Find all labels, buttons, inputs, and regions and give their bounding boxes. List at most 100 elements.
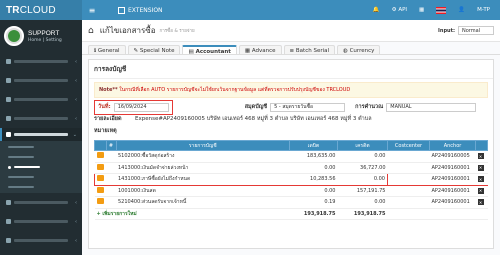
grid-icon[interactable]: ▦ — [419, 7, 424, 13]
sidebar-item-purchase[interactable]: ⌄ — [0, 128, 82, 141]
user-menu[interactable]: M-TP — [477, 7, 490, 13]
costcenter-cell[interactable] — [387, 162, 430, 174]
delete-row-icon[interactable]: ✕ — [477, 199, 484, 205]
thai-flag-icon[interactable] — [436, 6, 447, 14]
input-mode-select[interactable]: Normal — [458, 26, 494, 35]
sidebar-item-1[interactable]: ‹ — [0, 52, 82, 71]
anchor-cell[interactable]: AP2409160005 — [429, 150, 476, 163]
avatar — [4, 26, 24, 46]
edit-row-button[interactable] — [96, 152, 104, 159]
api-label: API — [398, 7, 408, 13]
delete-row-icon[interactable]: ✕ — [477, 187, 484, 194]
note-text: ในกรณีที่เลือก AUTO รายการบัญชีจะไม่ใช้ย… — [119, 87, 351, 93]
account-cell[interactable]: 1413000:เงินมัดจำจ่ายล่วงหน้า — [116, 162, 290, 174]
sub-item-1[interactable] — [0, 142, 82, 152]
debit-cell[interactable]: 0.00 — [289, 185, 338, 197]
brand-suffix: CLOUD — [19, 4, 56, 16]
sidebar-item-4[interactable]: ‹ — [0, 109, 82, 128]
tab-currency[interactable]: ◍ Currency — [337, 45, 381, 54]
gear-icon: ⚙ — [391, 7, 397, 13]
menu-toggle-icon[interactable]: ≡ — [82, 6, 102, 15]
list-icon: ≡ — [289, 48, 295, 54]
menu-icon — [6, 219, 11, 224]
delete-row-icon[interactable]: ✕ — [477, 153, 484, 159]
input-mode-label: Input: — [438, 27, 455, 34]
credit-cell[interactable]: 36,727.00 — [337, 162, 388, 174]
sidebar-item-7[interactable]: ‹ — [0, 212, 82, 231]
account-cell[interactable]: 1431000:ภาษีซื้อยังไม่ถึงกำหนด — [116, 173, 290, 186]
bell-icon[interactable]: 🔔 — [373, 7, 380, 13]
edit-row-button[interactable] — [97, 175, 104, 182]
main-content: ⌂ แก้ไขเอกสารซื้อ การซื้อ & รายจ่าย Inpu… — [82, 20, 500, 255]
credit-cell[interactable]: 0.00 — [337, 173, 388, 186]
sub-item-2[interactable] — [0, 152, 82, 162]
cart-icon — [6, 132, 11, 137]
menu-icon — [6, 59, 11, 64]
brand-logo[interactable]: TR CLOUD — [0, 0, 82, 20]
debit-cell[interactable]: 183,635.00 — [289, 150, 338, 163]
chevron-down-icon: ⌄ — [72, 131, 77, 138]
col-account: รายการบัญชี — [115, 140, 290, 151]
tab-advance[interactable]: ▦ Advance — [238, 45, 282, 54]
costcenter-cell[interactable] — [387, 196, 430, 209]
date-input[interactable]: 16/09/2024 — [113, 102, 169, 112]
anchor-cell[interactable]: AP2409160001 — [429, 196, 476, 209]
sidebar: TR CLOUD SUPPORT Home | Setting ‹ ‹ ‹ ‹ ⌄… — [0, 0, 82, 255]
sidebar-item-2[interactable]: ‹ — [0, 71, 82, 90]
extension-button[interactable]: EXTENSION — [118, 6, 163, 14]
calc-select[interactable]: MANUAL — [386, 102, 477, 112]
edit-row-button[interactable] — [96, 186, 104, 193]
anchor-cell[interactable]: AP2409160001 — [429, 162, 476, 174]
credit-cell[interactable]: 0.00 — [337, 196, 388, 209]
sub-item-active[interactable] — [0, 162, 82, 172]
account-cell[interactable]: 5210400:ส่วนลดรับจากเจ้าหนี้ — [116, 196, 290, 209]
delete-row-icon[interactable]: ✕ — [477, 176, 484, 182]
delete-row-icon[interactable]: ✕ — [477, 164, 484, 171]
desc-value[interactable]: Expense#AP2409160005 บริษัท เอนเทอร์ 468… — [135, 115, 372, 123]
table-row: 1001000:เงินสด 0.00 157,191.75 AP2409160… — [94, 185, 488, 197]
tab-bar: ℹ General ✎ Special Note ▤ Accountant ▦ … — [82, 42, 500, 55]
costcenter-cell[interactable] — [387, 150, 430, 163]
chevron-left-icon: ‹ — [75, 96, 77, 103]
tab-accountant[interactable]: ▤ Accountant — [182, 45, 237, 55]
debit-cell[interactable]: 10,283.56 — [289, 173, 338, 186]
tab-general[interactable]: ℹ General — [88, 45, 126, 54]
sidebar-item-3[interactable]: ‹ — [0, 90, 82, 109]
col-debit: เดบิต — [289, 140, 338, 151]
form-row-desc: รายละเอียด Expense#AP2409160005 บริษัท เ… — [89, 113, 493, 125]
col-blank — [94, 140, 107, 151]
add-row-link[interactable]: + เพิ่มรายการใหม่ — [97, 211, 137, 217]
sub-item-5[interactable] — [0, 182, 82, 192]
submenu-purchase — [0, 141, 82, 193]
api-button[interactable]: ⚙ API — [392, 7, 407, 13]
account-cell[interactable]: 5102000:ซื้อวัสดุก่อสร้าง — [116, 150, 290, 163]
tab-batch-serial[interactable]: ≡ Batch Serial — [283, 45, 336, 54]
table-row: 5210400:ส่วนลดรับจากเจ้าหนี้ 0.19 0.00 A… — [94, 196, 488, 209]
menu-icon — [6, 97, 11, 102]
debit-cell[interactable]: 0.00 — [289, 162, 338, 174]
menu-icon — [6, 238, 11, 243]
home-icon[interactable]: ⌂ — [88, 26, 94, 36]
sub-item-4[interactable] — [0, 172, 82, 182]
debit-cell[interactable]: 0.19 — [289, 196, 338, 209]
desc-label: รายละเอียด — [94, 116, 122, 122]
anchor-cell[interactable]: AP2409160001 — [429, 173, 476, 186]
sidebar-item-6[interactable]: ‹ — [0, 193, 82, 212]
col-action — [475, 140, 488, 151]
user-links[interactable]: Home | Setting — [28, 38, 62, 43]
user-icon[interactable]: 👤 — [458, 7, 465, 13]
col-anchor: Anchor — [429, 140, 476, 151]
journal-label: สมุดบัญชี — [244, 104, 268, 110]
costcenter-cell[interactable] — [387, 185, 430, 197]
tab-special-note[interactable]: ✎ Special Note — [127, 45, 181, 54]
accounting-panel: การลงบัญชี Note** ในกรณีที่เลือก AUTO รา… — [88, 59, 494, 249]
account-cell[interactable]: 1001000:เงินสด — [116, 185, 290, 197]
edit-row-button[interactable] — [96, 198, 104, 205]
sidebar-item-8[interactable]: ‹ — [0, 231, 82, 250]
credit-cell[interactable]: 0.00 — [337, 150, 388, 163]
costcenter-cell[interactable] — [387, 173, 430, 186]
journal-select[interactable]: 5 - สมุดรายวันซื้อ — [270, 102, 346, 112]
anchor-cell[interactable]: AP2409160001 — [429, 185, 476, 197]
credit-cell[interactable]: 157,191.75 — [337, 185, 388, 197]
edit-row-button[interactable] — [96, 163, 104, 170]
